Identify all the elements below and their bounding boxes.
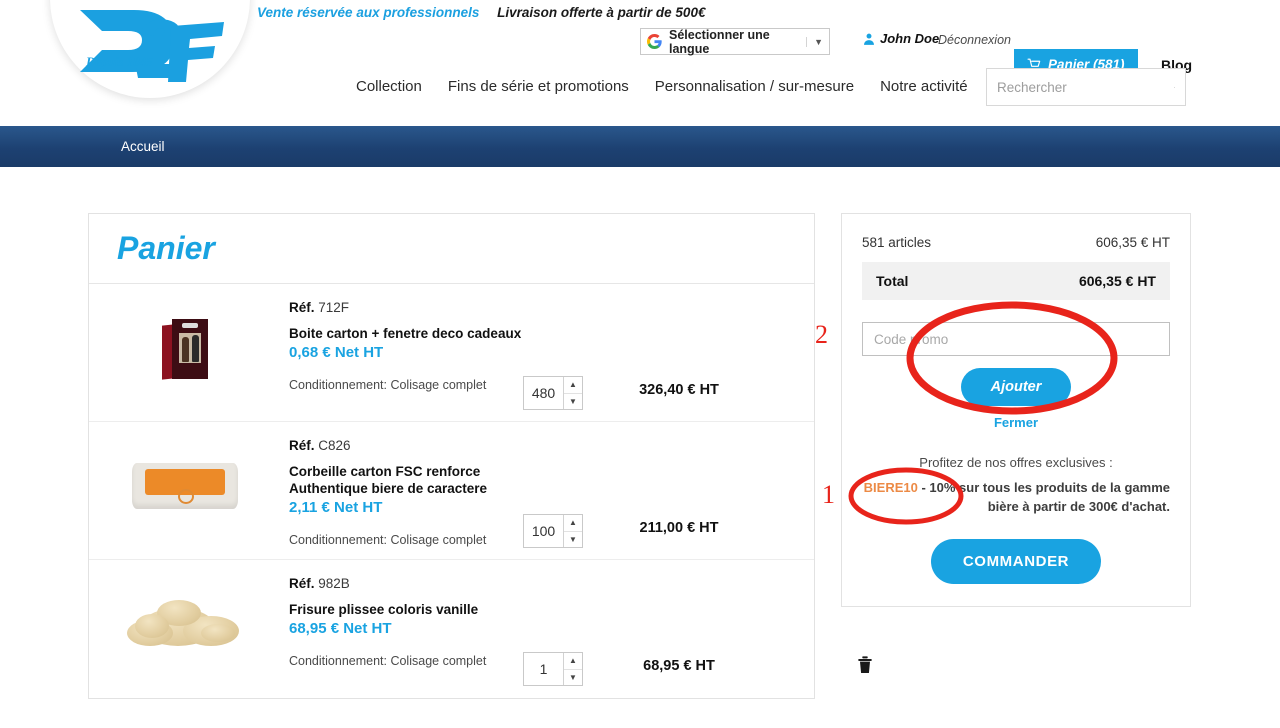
line-total: 68,95 € HT [643, 658, 715, 674]
quantity-value[interactable]: 100 [524, 515, 563, 547]
product-name: Frisure plissee coloris vanille [289, 602, 479, 617]
delete-item-button[interactable] [857, 656, 873, 679]
offer-code: BIERE10 [863, 480, 918, 495]
close-promo-link[interactable]: Fermer [862, 415, 1170, 430]
product-ref-label: Réf. [289, 438, 315, 453]
site-logo[interactable]: Depuis 1845 [50, 0, 250, 98]
search-icon[interactable] [1174, 79, 1175, 96]
shredded-paper-image [127, 594, 243, 656]
logo-d2f-icon: Depuis 1845 [80, 10, 224, 82]
nav-item-personnalisation[interactable]: Personnalisation / sur-mesure [655, 78, 854, 95]
quantity-value[interactable]: 480 [524, 377, 563, 409]
table-row: Réf. 982B Frisure plissee coloris vanill… [89, 560, 872, 698]
product-name: Corbeille carton FSC renforce Authentiqu… [289, 464, 488, 496]
cart-header: Panier [89, 214, 814, 284]
banner-pro-text: Vente réservée aux professionnels [257, 5, 480, 20]
quantity-stepper[interactable]: 1 ▲ ▼ [523, 652, 583, 686]
product-name: Boite carton + fenetre deco cadeaux [289, 326, 522, 341]
breadcrumb: Accueil [0, 126, 1280, 167]
quantity-value[interactable]: 1 [524, 653, 563, 685]
logout-link[interactable]: Déconnexion [938, 33, 1011, 47]
user-icon [864, 33, 874, 45]
order-button[interactable]: COMMANDER [930, 539, 1102, 584]
language-selector[interactable]: Sélectionner une langue ▼ [640, 27, 830, 56]
add-promo-button[interactable]: Ajouter [960, 368, 1072, 406]
quantity-decrease-icon[interactable]: ▼ [564, 532, 582, 548]
summary-total-label: Total [876, 273, 909, 289]
nav-item-notre-activite[interactable]: Notre activité [880, 78, 968, 95]
product-image [115, 576, 255, 674]
language-selector-label: Sélectionner une langue [669, 27, 770, 56]
product-ref-label: Réf. [289, 576, 315, 591]
offer-line: BIERE10 - 10% sur tous les produits de l… [862, 478, 1170, 516]
line-total: 211,00 € HT [639, 520, 719, 536]
quantity-decrease-icon[interactable]: ▼ [564, 670, 582, 686]
promo-code-input[interactable] [862, 322, 1170, 356]
breadcrumb-item-accueil[interactable]: Accueil [121, 139, 165, 154]
top-bar: Depuis 1845 Vente réservée aux professio… [0, 0, 1280, 98]
quantity-arrows[interactable]: ▲ ▼ [563, 653, 582, 685]
cart-panel: Panier Réf. 712F Boite carton + fenetre … [88, 213, 872, 699]
quantity-decrease-icon[interactable]: ▼ [564, 394, 582, 410]
gift-box-image [162, 319, 208, 380]
quantity-increase-icon[interactable]: ▲ [564, 653, 582, 670]
summary-total-amount: 606,35 € HT [1078, 273, 1156, 289]
offers-intro-text: Profitez de nos offres exclusives : [919, 455, 1113, 470]
product-ref-value: 712F [318, 300, 350, 315]
summary-articles-amount: 606,35 € HT [1095, 235, 1170, 250]
quantity-increase-icon[interactable]: ▲ [564, 377, 582, 394]
basket-image [132, 463, 238, 511]
product-image [115, 438, 255, 536]
offer-description: - 10% sur tous les produits de la gamme … [917, 480, 1170, 514]
product-image [115, 300, 255, 398]
banner-shipping-text: Livraison offerte à partir de 500€ [497, 5, 706, 20]
product-ref-value: C826 [318, 438, 351, 453]
page-title: Panier [117, 230, 215, 266]
page-body: Panier Réf. 712F Boite carton + fenetre … [0, 167, 1280, 728]
quantity-increase-icon[interactable]: ▲ [564, 515, 582, 532]
user-name-label: John Doe [880, 31, 940, 46]
search-box[interactable] [986, 68, 1186, 106]
product-ref: Réf. 982B [289, 576, 579, 591]
table-row: Réf. C826 Corbeille carton FSC renforce … [89, 422, 872, 560]
quantity-stepper[interactable]: 480 ▲ ▼ [523, 376, 583, 410]
line-total: 326,40 € HT [639, 382, 719, 398]
product-ref-value: 982B [318, 576, 350, 591]
product-unit-price: 68,95 € Net HT [289, 620, 392, 637]
summary-articles-label: 581 articles [862, 235, 932, 250]
quantity-arrows[interactable]: ▲ ▼ [563, 515, 582, 547]
product-ref: Réf. 712F [289, 300, 579, 315]
search-input[interactable] [997, 79, 1174, 95]
nav-item-collection[interactable]: Collection [356, 78, 422, 95]
nav-item-fins-de-serie[interactable]: Fins de série et promotions [448, 78, 629, 95]
nav-items: Collection Fins de série et promotions P… [356, 78, 968, 95]
table-row: Réf. 712F Boite carton + fenetre deco ca… [89, 284, 872, 422]
google-icon [647, 34, 662, 49]
product-ref-label: Réf. [289, 300, 315, 315]
chevron-down-icon[interactable]: ▼ [806, 36, 823, 47]
summary-articles-row: 581 articles 606,35 € HT [862, 232, 1170, 262]
promo-banner: Vente réservée aux professionnels Livrai… [257, 5, 705, 20]
trash-icon[interactable] [857, 656, 873, 674]
logo-tagline: Depuis 1845 [85, 54, 153, 69]
quantity-arrows[interactable]: ▲ ▼ [563, 377, 582, 409]
product-ref: Réf. C826 [289, 438, 579, 453]
order-summary-panel: 581 articles 606,35 € HT Total 606,35 € … [841, 213, 1191, 607]
user-account[interactable]: John Doe [862, 31, 939, 46]
quantity-stepper[interactable]: 100 ▲ ▼ [523, 514, 583, 548]
product-unit-price: 0,68 € Net HT [289, 344, 384, 361]
summary-total-row: Total 606,35 € HT [862, 262, 1170, 300]
